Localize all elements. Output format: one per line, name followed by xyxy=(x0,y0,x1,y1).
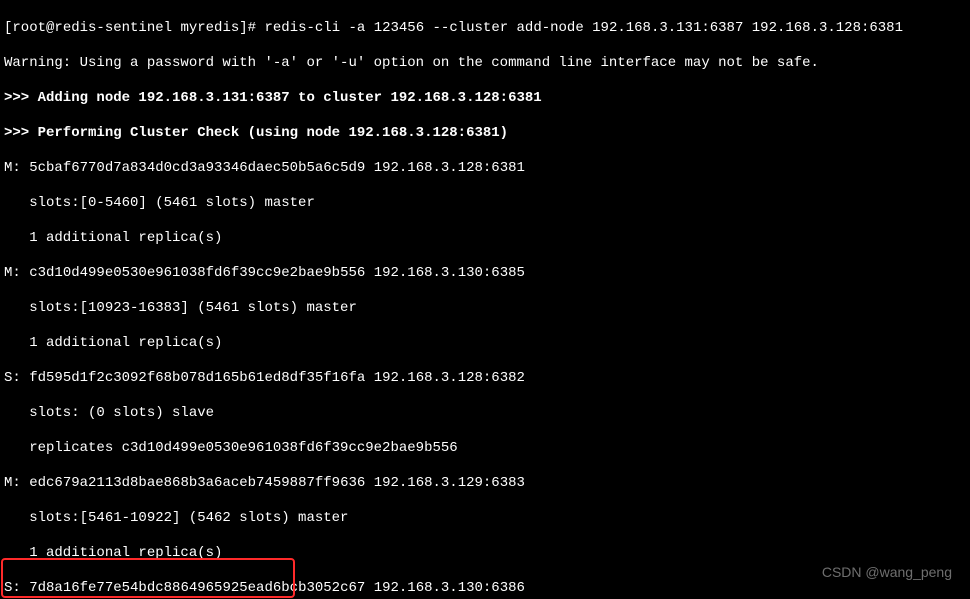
watermark-text: CSDN @wang_peng xyxy=(822,564,952,582)
prompt-line: [root@redis-sentinel myredis]# redis-cli… xyxy=(4,20,966,38)
node-extra: 1 additional replica(s) xyxy=(4,335,966,353)
node-slots: slots:[0-5460] (5461 slots) master xyxy=(4,195,966,213)
node-header: M: 5cbaf6770d7a834d0cd3a93346daec50b5a6c… xyxy=(4,160,966,178)
terminal-output[interactable]: [root@redis-sentinel myredis]# redis-cli… xyxy=(0,0,970,599)
node-header: S: 7d8a16fe77e54bdc8864965925ead6bcb3052… xyxy=(4,580,966,598)
node-header: M: edc679a2113d8bae868b3a6aceb7459887ff9… xyxy=(4,475,966,493)
node-header: M: c3d10d499e0530e961038fd6f39cc9e2bae9b… xyxy=(4,265,966,283)
warning-line: Warning: Using a password with '-a' or '… xyxy=(4,55,966,73)
node-slots: slots:[5461-10922] (5462 slots) master xyxy=(4,510,966,528)
node-header: S: fd595d1f2c3092f68b078d165b61ed8df35f1… xyxy=(4,370,966,388)
adding-node-line: >>> Adding node 192.168.3.131:6387 to cl… xyxy=(4,90,966,108)
cluster-check-line: >>> Performing Cluster Check (using node… xyxy=(4,125,966,143)
node-slots: slots:[10923-16383] (5461 slots) master xyxy=(4,300,966,318)
node-slots: slots: (0 slots) slave xyxy=(4,405,966,423)
node-extra: 1 additional replica(s) xyxy=(4,230,966,248)
node-extra: 1 additional replica(s) xyxy=(4,545,966,563)
node-extra: replicates c3d10d499e0530e961038fd6f39cc… xyxy=(4,440,966,458)
